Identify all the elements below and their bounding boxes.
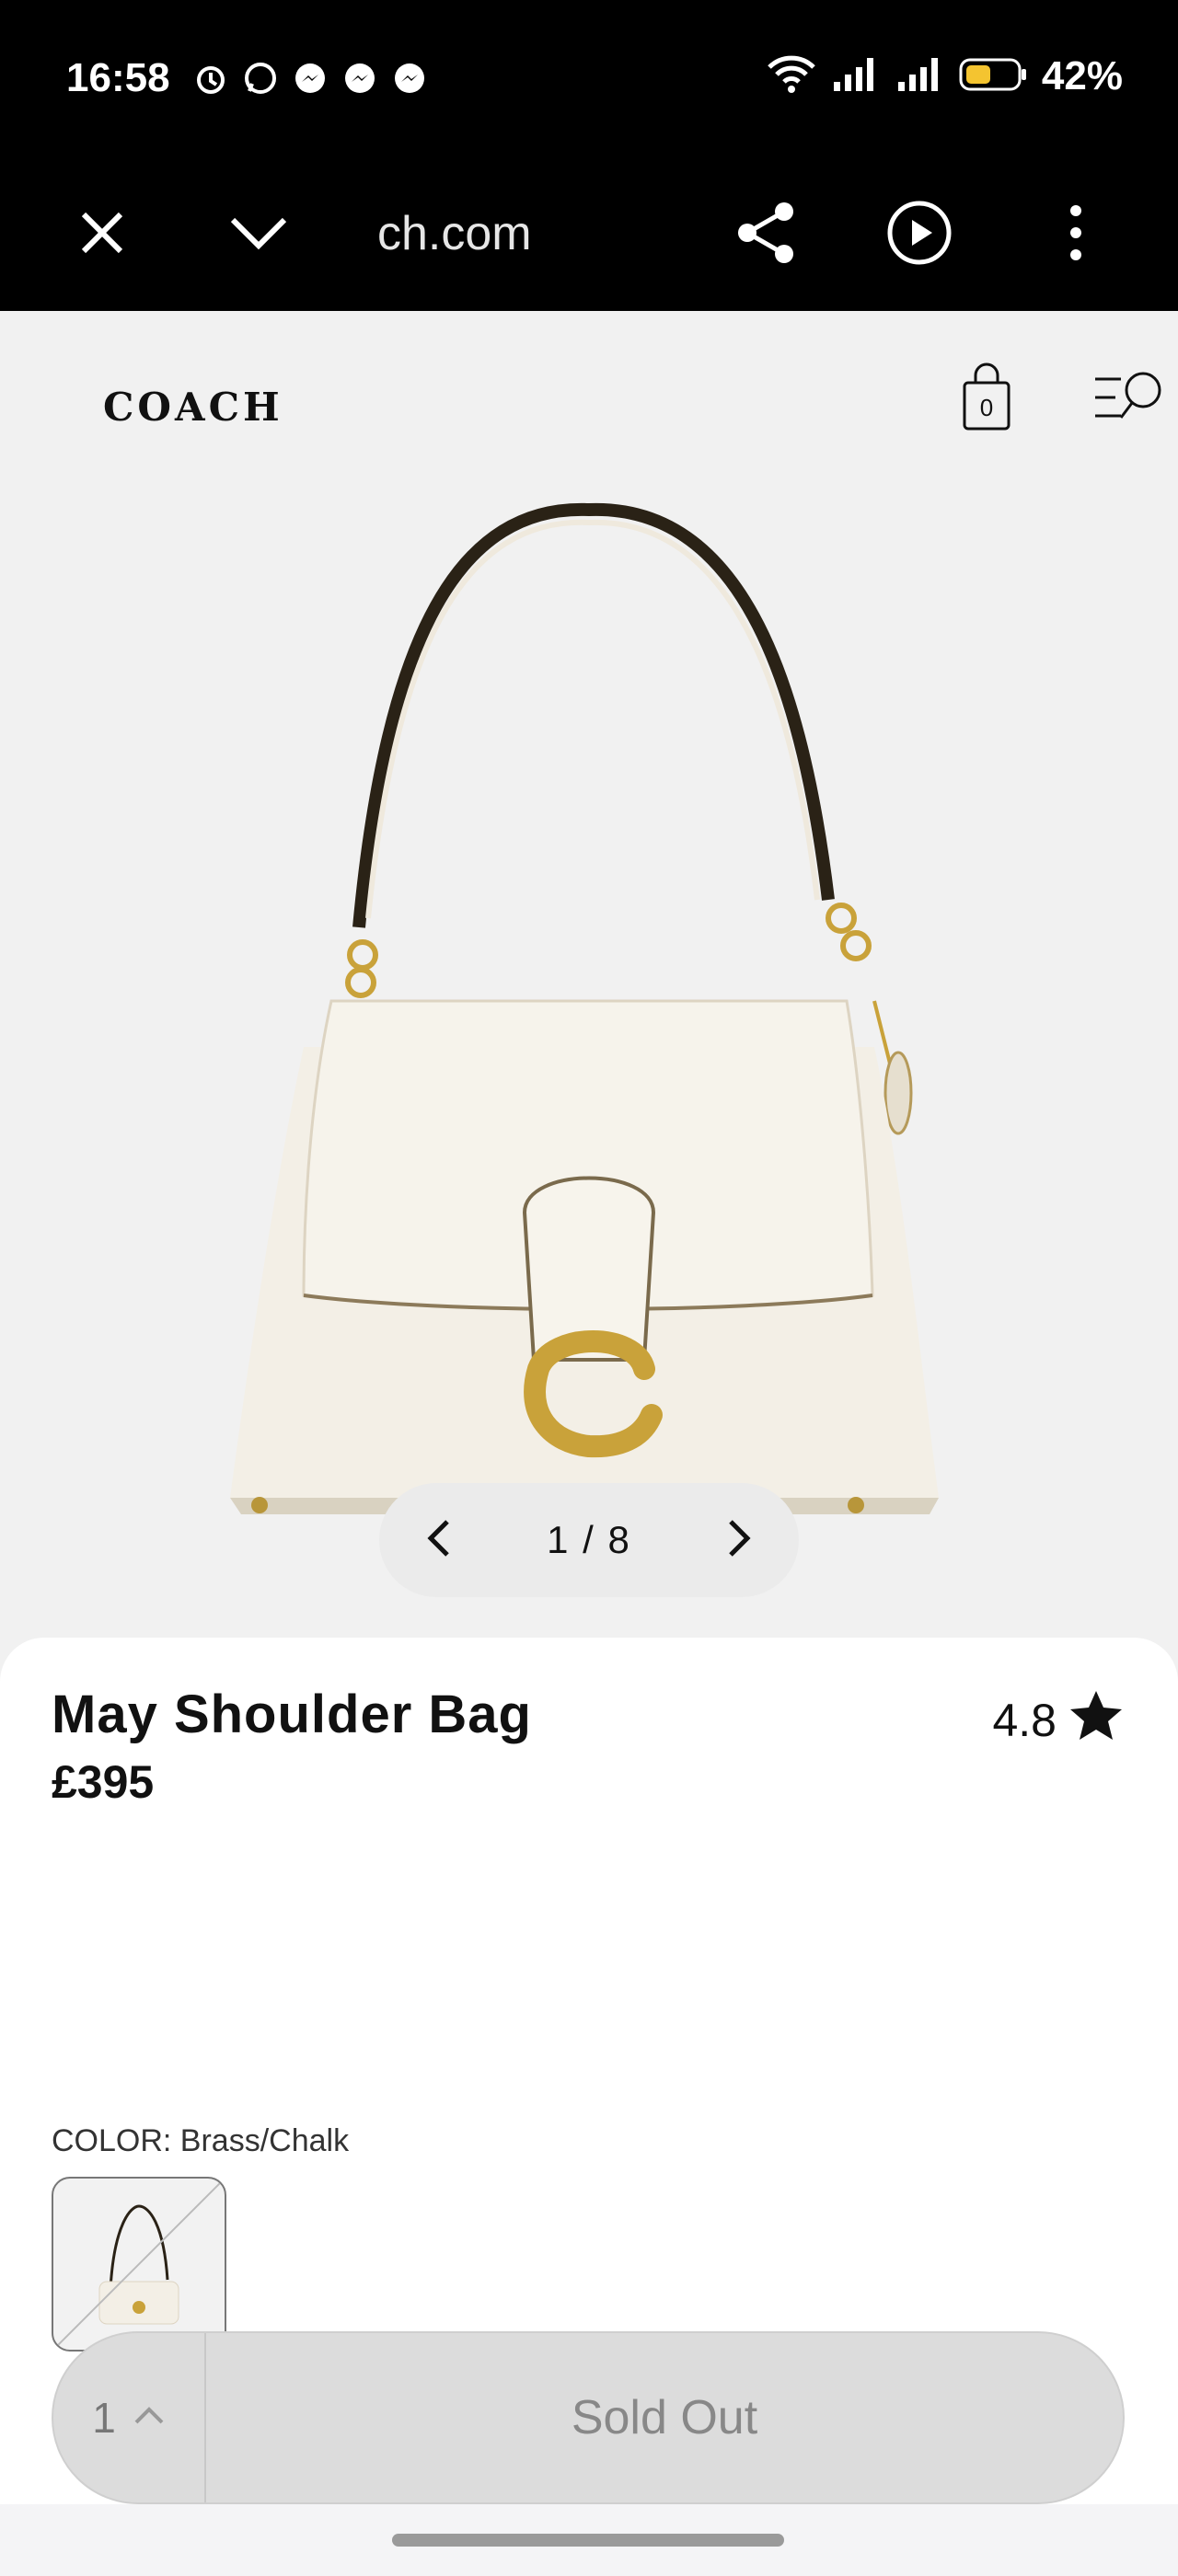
product-image[interactable] bbox=[0, 486, 1178, 1636]
cart-count: 0 bbox=[980, 394, 993, 421]
menu-search-button[interactable] bbox=[1093, 361, 1167, 434]
more-menu-button[interactable] bbox=[1034, 193, 1117, 276]
chevron-right-icon bbox=[725, 1518, 753, 1563]
purchase-bar: 1 Sold Out bbox=[52, 2331, 1125, 2504]
product-price: £395 bbox=[52, 1756, 155, 1808]
quantity-value: 1 bbox=[92, 2394, 116, 2442]
status-bar: 16:58 42% bbox=[0, 0, 1178, 156]
chevron-left-icon bbox=[425, 1518, 453, 1563]
battery-icon bbox=[959, 56, 1029, 98]
more-vertical-icon bbox=[1067, 203, 1085, 267]
rating-value: 4.8 bbox=[992, 1695, 1057, 1746]
swatch-thumbnail bbox=[53, 2179, 225, 2350]
shopping-bag-button[interactable]: 0 bbox=[957, 361, 1016, 434]
menu-search-icon bbox=[1095, 372, 1161, 419]
previous-image-button[interactable] bbox=[407, 1508, 471, 1572]
sold-out-button[interactable]: Sold Out bbox=[206, 2333, 1123, 2502]
whatsapp-icon bbox=[239, 57, 282, 99]
share-icon bbox=[734, 201, 799, 270]
color-swatch-brass-chalk[interactable] bbox=[52, 2177, 226, 2352]
product-title: May Shoulder Bag bbox=[52, 1685, 532, 1744]
collapse-button[interactable] bbox=[217, 193, 300, 276]
system-indicators: 42% bbox=[766, 53, 1123, 99]
next-image-button[interactable] bbox=[707, 1508, 771, 1572]
wifi-icon bbox=[766, 54, 817, 99]
close-icon bbox=[76, 207, 128, 263]
image-counter: 1 / 8 bbox=[547, 1518, 631, 1561]
messenger-icon bbox=[339, 57, 381, 99]
play-button[interactable] bbox=[878, 193, 961, 276]
messenger-icon bbox=[388, 57, 431, 99]
close-tab-button[interactable] bbox=[61, 193, 144, 276]
quantity-selector[interactable]: 1 bbox=[53, 2333, 206, 2502]
messenger-icon bbox=[289, 57, 331, 99]
image-pager: 1 / 8 bbox=[379, 1483, 799, 1597]
chevron-up-icon bbox=[133, 2406, 166, 2431]
product-rating[interactable]: 4.8 bbox=[992, 1689, 1123, 1752]
star-icon bbox=[1069, 1689, 1123, 1752]
alarm-icon bbox=[190, 57, 232, 99]
coach-logo[interactable]: COACH bbox=[103, 385, 283, 430]
product-details-sheet: May Shoulder Bag £395 4.8 COLOR: Brass/C… bbox=[0, 1638, 1178, 2576]
url-text[interactable]: ch.com bbox=[377, 206, 532, 261]
signal-icon bbox=[895, 54, 946, 99]
battery-percent: 42% bbox=[1041, 53, 1123, 98]
status-time: 16:58 bbox=[66, 55, 170, 100]
color-label: COLOR: Brass/Chalk bbox=[52, 2123, 350, 2158]
signal-icon bbox=[830, 54, 882, 99]
shopping-bag-icon: 0 bbox=[963, 362, 1011, 431]
play-icon bbox=[886, 200, 953, 270]
home-indicator[interactable] bbox=[392, 2534, 784, 2547]
chevron-down-icon bbox=[229, 214, 288, 256]
site-header: COACH 0 bbox=[0, 311, 1178, 486]
notification-icons bbox=[190, 57, 431, 99]
browser-toolbar: ch.com bbox=[0, 156, 1178, 311]
share-button[interactable] bbox=[725, 193, 808, 276]
